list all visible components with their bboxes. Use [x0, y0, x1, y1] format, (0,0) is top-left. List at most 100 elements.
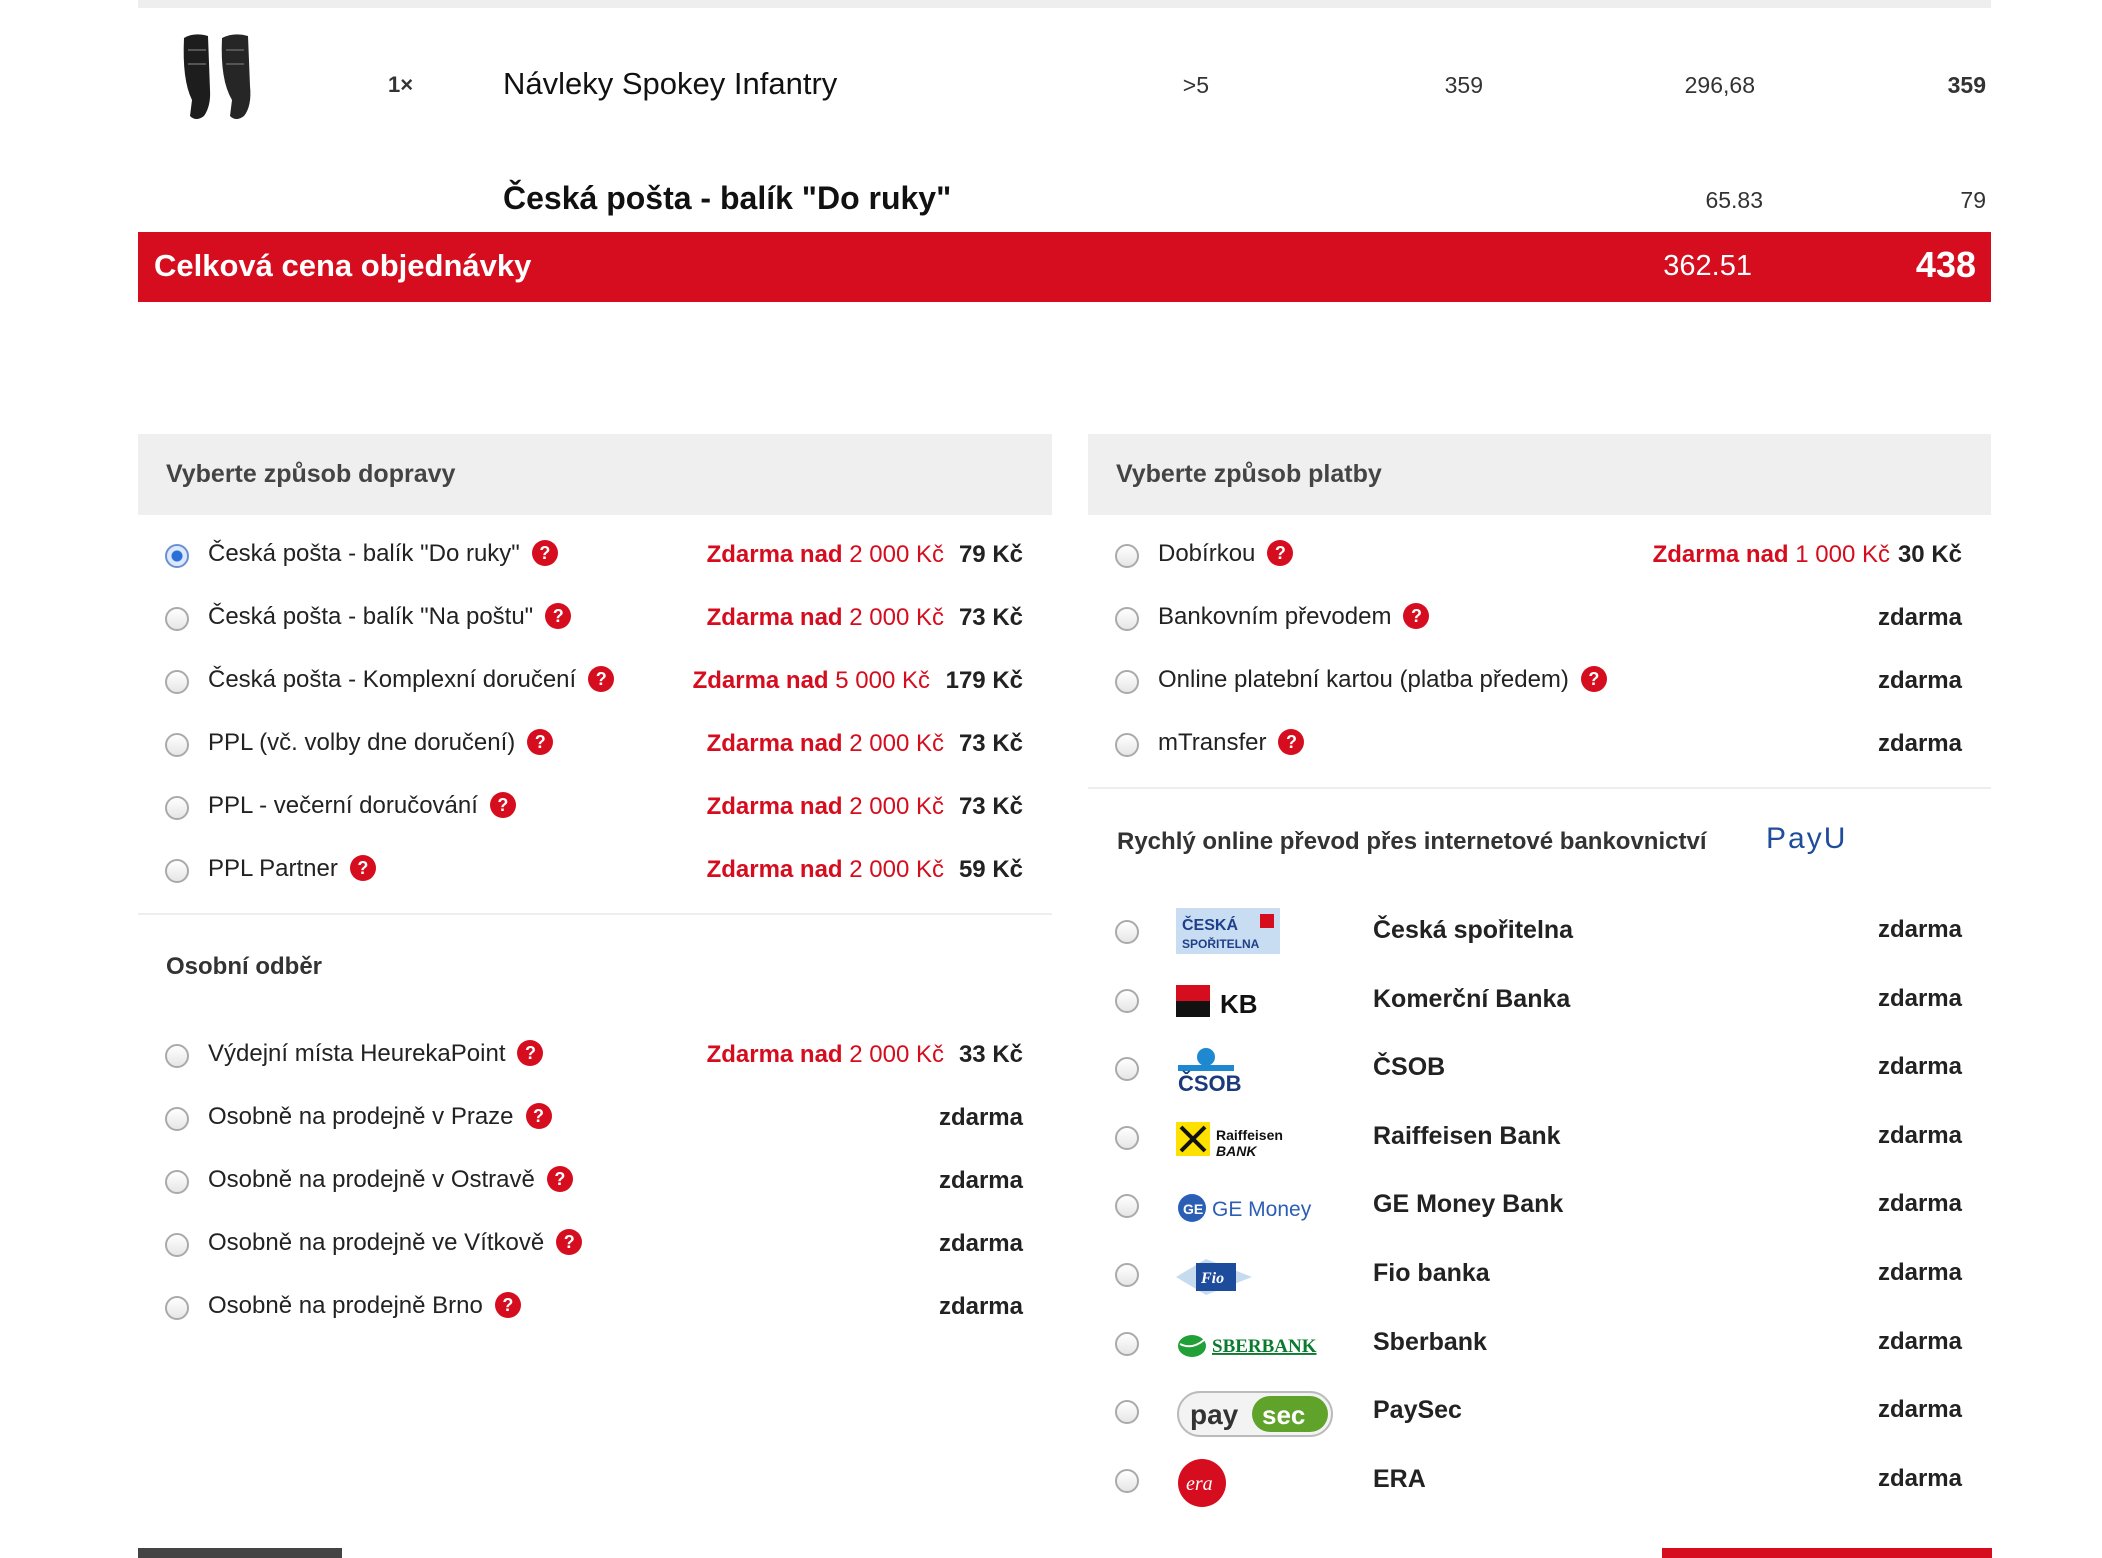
- bank-name[interactable]: ČSOB: [1373, 1053, 1445, 1082]
- bank-name[interactable]: Raiffeisen Bank: [1373, 1122, 1561, 1151]
- free-threshold-amount: 2 000 Kč: [849, 604, 944, 631]
- option-row[interactable]: Osobně na prodejně v Ostravě? zdarma: [138, 1151, 1052, 1213]
- fio-logo: Fio: [1176, 1249, 1336, 1301]
- bank-option-row[interactable]: GE GE Money GE Money Bank zdarma: [1088, 1174, 1991, 1236]
- radio-button[interactable]: [165, 670, 189, 694]
- bank-option-row[interactable]: pay sec PaySec zdarma: [1088, 1380, 1991, 1442]
- option-label[interactable]: Online platební kartou (platba předem)?: [1158, 666, 1607, 694]
- radio-button[interactable]: [1115, 1057, 1139, 1082]
- option-row[interactable]: mTransfer? zdarma: [1088, 714, 1991, 776]
- help-icon[interactable]: ?: [556, 1229, 583, 1255]
- radio-button[interactable]: [1115, 988, 1139, 1013]
- help-icon[interactable]: ?: [546, 1166, 573, 1192]
- option-label[interactable]: Osobně na prodejně v Ostravě?: [208, 1166, 573, 1194]
- radio-button[interactable]: [1115, 1263, 1139, 1287]
- option-row[interactable]: Česká pošta - balík "Do ruky"? Zdarma nad…: [138, 525, 1052, 587]
- radio-button[interactable]: [165, 544, 189, 568]
- option-row[interactable]: PPL Partner? Zdarma nad 2 000 Kč 59 Kč: [138, 840, 1052, 902]
- shipping-row-total: 79: [1960, 187, 1986, 213]
- bank-name[interactable]: Česká spořitelna: [1373, 916, 1573, 945]
- option-row[interactable]: Česká pošta - balík "Na poštu"? Zdarma na…: [138, 588, 1052, 650]
- radio-button[interactable]: [1115, 1194, 1139, 1219]
- bank-name[interactable]: ERA: [1373, 1465, 1426, 1494]
- option-row[interactable]: Dobírkou? Zdarma nad 1 000 Kč 30 Kč: [1088, 525, 1991, 587]
- help-icon[interactable]: ?: [517, 1040, 544, 1066]
- help-icon[interactable]: ?: [1403, 603, 1430, 629]
- option-row[interactable]: Osobně na prodejně ve Vítkově? zdarma: [138, 1214, 1052, 1276]
- radio-button[interactable]: [165, 1170, 189, 1194]
- ceska-sporitelna-logo: ČESKÁ SPOŘITELNA: [1176, 906, 1336, 958]
- help-icon[interactable]: ?: [545, 603, 572, 629]
- radio-button[interactable]: [1115, 607, 1139, 631]
- option-row[interactable]: Česká pošta - Komplexní doručení? Zdarma …: [138, 651, 1052, 713]
- bank-name[interactable]: Komerční Banka: [1373, 985, 1570, 1014]
- radio-button[interactable]: [1115, 670, 1139, 694]
- radio-button[interactable]: [1115, 1400, 1139, 1425]
- option-label[interactable]: Česká pošta - Komplexní doručení?: [208, 666, 615, 694]
- option-row[interactable]: PPL - večerní doručování? Zdarma nad 2 00…: [138, 777, 1052, 839]
- option-label[interactable]: Výdejní místa HeurekaPoint?: [208, 1040, 544, 1068]
- option-label[interactable]: PPL Partner?: [208, 855, 376, 883]
- option-label[interactable]: Česká pošta - balík "Do ruky"?: [208, 540, 558, 568]
- bank-name[interactable]: Sberbank: [1373, 1328, 1487, 1357]
- option-row[interactable]: PPL (vč. volby dne doručení)? Zdarma nad …: [138, 714, 1052, 776]
- radio-button[interactable]: [1115, 920, 1139, 944]
- option-row[interactable]: Online platební kartou (platba předem)? z…: [1088, 651, 1991, 713]
- option-label[interactable]: PPL - večerní doručování?: [208, 792, 516, 820]
- bank-option-row[interactable]: era ERA zdarma: [1088, 1449, 1991, 1511]
- help-icon[interactable]: ?: [527, 729, 554, 755]
- radio-button[interactable]: [165, 796, 189, 820]
- payu-logo: PayU: [1766, 822, 1848, 855]
- radio-button[interactable]: [165, 607, 189, 631]
- radio-button[interactable]: [165, 1107, 189, 1131]
- continue-button[interactable]: [1662, 1548, 1992, 1558]
- help-icon[interactable]: ?: [1580, 666, 1607, 692]
- option-row[interactable]: Výdejní místa HeurekaPoint? Zdarma nad 2 …: [138, 1025, 1052, 1087]
- item-net-price: 296,68: [1684, 72, 1755, 98]
- radio-button[interactable]: [1115, 1331, 1139, 1356]
- radio-button[interactable]: [165, 1233, 189, 1257]
- help-icon[interactable]: ?: [1278, 729, 1305, 755]
- bank-name[interactable]: GE Money Bank: [1373, 1190, 1563, 1219]
- help-icon[interactable]: ?: [588, 666, 615, 692]
- bank-name[interactable]: PaySec: [1373, 1396, 1462, 1425]
- radio-button[interactable]: [1115, 1468, 1139, 1493]
- option-label[interactable]: Česká pošta - balík "Na poštu"?: [208, 603, 572, 631]
- bank-name[interactable]: Fio banka: [1373, 1259, 1490, 1288]
- bank-option-row[interactable]: Fio Fio banka zdarma: [1088, 1243, 1991, 1305]
- free-shipping-threshold: Zdarma nad 2 000 Kč: [707, 856, 944, 884]
- radio-button[interactable]: [1115, 733, 1139, 757]
- option-row[interactable]: Bankovním převodem? zdarma: [1088, 588, 1991, 650]
- radio-button[interactable]: [165, 1296, 189, 1320]
- option-label[interactable]: Osobně na prodejně v Praze?: [208, 1103, 552, 1131]
- radio-button[interactable]: [1115, 544, 1139, 568]
- radio-button[interactable]: [165, 1044, 189, 1068]
- bank-option-row[interactable]: ČSOB ČSOB zdarma: [1088, 1037, 1991, 1099]
- help-icon[interactable]: ?: [494, 1292, 521, 1318]
- bank-option-row[interactable]: ČESKÁ SPOŘITELNA Česká spořitelna zdarma: [1088, 900, 1991, 962]
- back-button[interactable]: [138, 1548, 342, 1558]
- option-label[interactable]: Osobně na prodejně Brno?: [208, 1292, 521, 1320]
- bank-option-row[interactable]: KB Komerční Banka zdarma: [1088, 969, 1991, 1031]
- option-label[interactable]: PPL (vč. volby dne doručení)?: [208, 729, 554, 757]
- help-icon[interactable]: ?: [349, 855, 376, 881]
- pickup-title: Osobní odběr: [166, 953, 322, 980]
- radio-button[interactable]: [165, 859, 189, 883]
- help-icon[interactable]: ?: [531, 540, 558, 566]
- bank-option-row[interactable]: Raiffeisen BANK Raiffeisen Bank zdarma: [1088, 1106, 1991, 1168]
- help-icon[interactable]: ?: [525, 1103, 552, 1129]
- option-label[interactable]: mTransfer?: [1158, 729, 1305, 757]
- bank-option-row[interactable]: SBERBANK Sberbank zdarma: [1088, 1312, 1991, 1374]
- option-label[interactable]: Bankovním převodem?: [1158, 603, 1430, 631]
- item-name[interactable]: Návleky Spokey Infantry: [503, 66, 837, 102]
- help-icon[interactable]: ?: [1267, 540, 1294, 566]
- option-label-text: Online platební kartou (platba předem): [1158, 666, 1569, 693]
- radio-button[interactable]: [1115, 1125, 1139, 1150]
- product-thumbnail-gaiters[interactable]: [178, 30, 258, 126]
- radio-button[interactable]: [165, 733, 189, 757]
- option-label[interactable]: Osobně na prodejně ve Vítkově?: [208, 1229, 583, 1257]
- option-label[interactable]: Dobírkou?: [1158, 540, 1294, 568]
- help-icon[interactable]: ?: [489, 792, 516, 818]
- option-row[interactable]: Osobně na prodejně v Praze? zdarma: [138, 1088, 1052, 1150]
- option-row[interactable]: Osobně na prodejně Brno? zdarma: [138, 1277, 1052, 1339]
